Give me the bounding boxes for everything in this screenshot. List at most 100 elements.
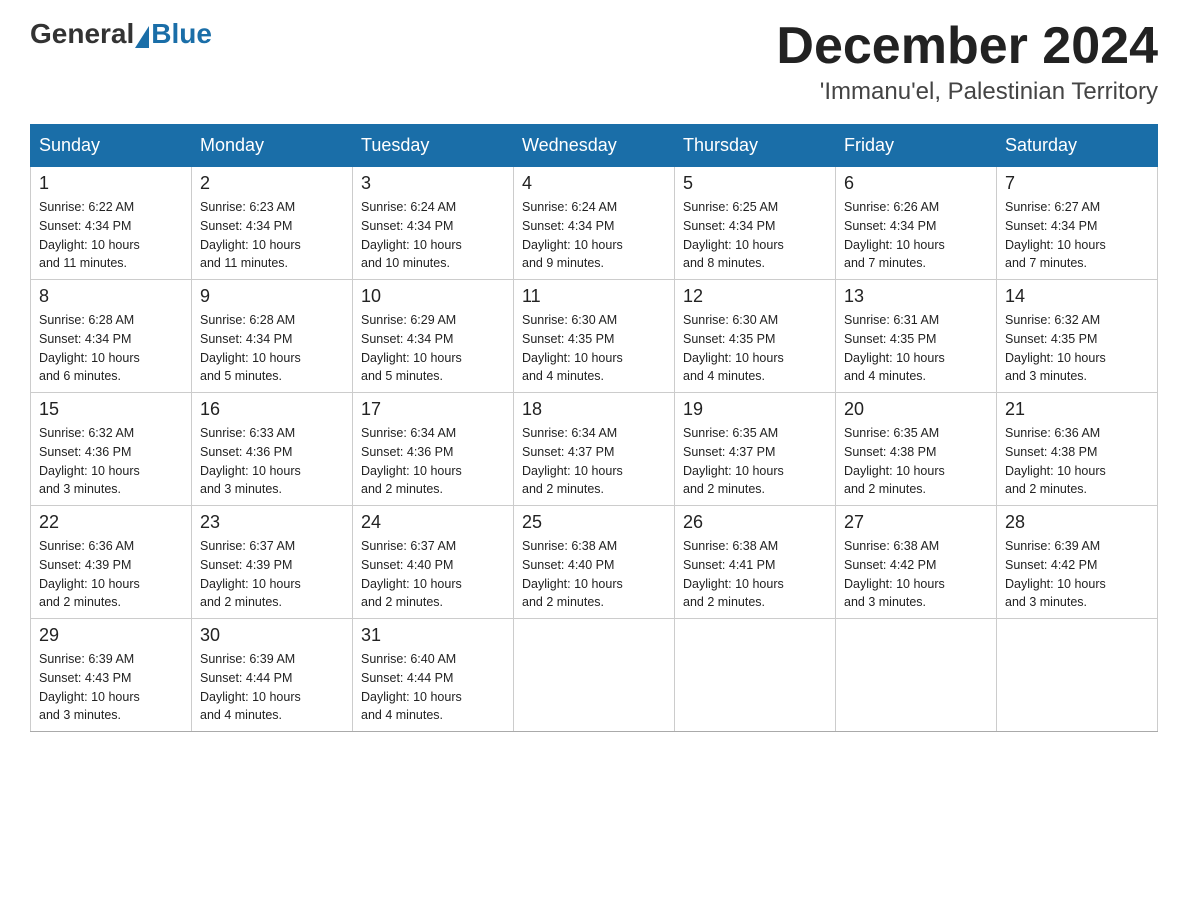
day-info: Sunrise: 6:27 AMSunset: 4:34 PMDaylight:… bbox=[1005, 200, 1106, 270]
day-info: Sunrise: 6:25 AMSunset: 4:34 PMDaylight:… bbox=[683, 200, 784, 270]
calendar-cell: 19 Sunrise: 6:35 AMSunset: 4:37 PMDaylig… bbox=[675, 393, 836, 506]
calendar-cell: 5 Sunrise: 6:25 AMSunset: 4:34 PMDayligh… bbox=[675, 167, 836, 280]
day-of-week-header: Saturday bbox=[997, 125, 1158, 167]
day-number: 11 bbox=[522, 286, 666, 307]
day-number: 26 bbox=[683, 512, 827, 533]
month-title: December 2024 bbox=[776, 20, 1158, 72]
calendar-table: SundayMondayTuesdayWednesdayThursdayFrid… bbox=[30, 124, 1158, 732]
day-info: Sunrise: 6:34 AMSunset: 4:36 PMDaylight:… bbox=[361, 426, 462, 496]
calendar-cell bbox=[997, 619, 1158, 732]
day-number: 18 bbox=[522, 399, 666, 420]
day-number: 1 bbox=[39, 173, 183, 194]
calendar-cell: 26 Sunrise: 6:38 AMSunset: 4:41 PMDaylig… bbox=[675, 506, 836, 619]
calendar-cell bbox=[514, 619, 675, 732]
day-info: Sunrise: 6:29 AMSunset: 4:34 PMDaylight:… bbox=[361, 313, 462, 383]
logo-blue-text: Blue bbox=[151, 20, 212, 48]
day-of-week-header: Tuesday bbox=[353, 125, 514, 167]
day-info: Sunrise: 6:39 AMSunset: 4:44 PMDaylight:… bbox=[200, 652, 301, 722]
day-info: Sunrise: 6:22 AMSunset: 4:34 PMDaylight:… bbox=[39, 200, 140, 270]
day-info: Sunrise: 6:38 AMSunset: 4:41 PMDaylight:… bbox=[683, 539, 784, 609]
calendar-cell: 21 Sunrise: 6:36 AMSunset: 4:38 PMDaylig… bbox=[997, 393, 1158, 506]
calendar-cell: 7 Sunrise: 6:27 AMSunset: 4:34 PMDayligh… bbox=[997, 167, 1158, 280]
day-info: Sunrise: 6:35 AMSunset: 4:37 PMDaylight:… bbox=[683, 426, 784, 496]
day-number: 29 bbox=[39, 625, 183, 646]
calendar-cell: 10 Sunrise: 6:29 AMSunset: 4:34 PMDaylig… bbox=[353, 280, 514, 393]
day-number: 30 bbox=[200, 625, 344, 646]
day-number: 28 bbox=[1005, 512, 1149, 533]
calendar-cell: 3 Sunrise: 6:24 AMSunset: 4:34 PMDayligh… bbox=[353, 167, 514, 280]
day-info: Sunrise: 6:23 AMSunset: 4:34 PMDaylight:… bbox=[200, 200, 301, 270]
location-title: 'Immanu'el, Palestinian Territory bbox=[776, 78, 1158, 106]
day-info: Sunrise: 6:37 AMSunset: 4:39 PMDaylight:… bbox=[200, 539, 301, 609]
day-info: Sunrise: 6:37 AMSunset: 4:40 PMDaylight:… bbox=[361, 539, 462, 609]
calendar-cell: 12 Sunrise: 6:30 AMSunset: 4:35 PMDaylig… bbox=[675, 280, 836, 393]
day-number: 16 bbox=[200, 399, 344, 420]
calendar-cell: 20 Sunrise: 6:35 AMSunset: 4:38 PMDaylig… bbox=[836, 393, 997, 506]
calendar-cell: 4 Sunrise: 6:24 AMSunset: 4:34 PMDayligh… bbox=[514, 167, 675, 280]
day-number: 3 bbox=[361, 173, 505, 194]
day-number: 19 bbox=[683, 399, 827, 420]
calendar-cell: 16 Sunrise: 6:33 AMSunset: 4:36 PMDaylig… bbox=[192, 393, 353, 506]
day-info: Sunrise: 6:36 AMSunset: 4:38 PMDaylight:… bbox=[1005, 426, 1106, 496]
calendar-week-row: 1 Sunrise: 6:22 AMSunset: 4:34 PMDayligh… bbox=[31, 167, 1158, 280]
day-info: Sunrise: 6:40 AMSunset: 4:44 PMDaylight:… bbox=[361, 652, 462, 722]
day-number: 2 bbox=[200, 173, 344, 194]
day-info: Sunrise: 6:35 AMSunset: 4:38 PMDaylight:… bbox=[844, 426, 945, 496]
logo: General Blue bbox=[30, 20, 212, 48]
calendar-cell: 11 Sunrise: 6:30 AMSunset: 4:35 PMDaylig… bbox=[514, 280, 675, 393]
day-number: 9 bbox=[200, 286, 344, 307]
day-number: 20 bbox=[844, 399, 988, 420]
day-number: 21 bbox=[1005, 399, 1149, 420]
day-info: Sunrise: 6:34 AMSunset: 4:37 PMDaylight:… bbox=[522, 426, 623, 496]
calendar-week-row: 22 Sunrise: 6:36 AMSunset: 4:39 PMDaylig… bbox=[31, 506, 1158, 619]
calendar-cell: 6 Sunrise: 6:26 AMSunset: 4:34 PMDayligh… bbox=[836, 167, 997, 280]
calendar-cell: 23 Sunrise: 6:37 AMSunset: 4:39 PMDaylig… bbox=[192, 506, 353, 619]
day-number: 6 bbox=[844, 173, 988, 194]
day-of-week-header: Thursday bbox=[675, 125, 836, 167]
calendar-cell: 2 Sunrise: 6:23 AMSunset: 4:34 PMDayligh… bbox=[192, 167, 353, 280]
calendar-cell: 17 Sunrise: 6:34 AMSunset: 4:36 PMDaylig… bbox=[353, 393, 514, 506]
day-info: Sunrise: 6:26 AMSunset: 4:34 PMDaylight:… bbox=[844, 200, 945, 270]
day-of-week-header: Friday bbox=[836, 125, 997, 167]
calendar-cell: 13 Sunrise: 6:31 AMSunset: 4:35 PMDaylig… bbox=[836, 280, 997, 393]
day-number: 25 bbox=[522, 512, 666, 533]
day-number: 14 bbox=[1005, 286, 1149, 307]
calendar-week-row: 15 Sunrise: 6:32 AMSunset: 4:36 PMDaylig… bbox=[31, 393, 1158, 506]
day-number: 31 bbox=[361, 625, 505, 646]
day-number: 4 bbox=[522, 173, 666, 194]
calendar-cell: 31 Sunrise: 6:40 AMSunset: 4:44 PMDaylig… bbox=[353, 619, 514, 732]
calendar-cell: 1 Sunrise: 6:22 AMSunset: 4:34 PMDayligh… bbox=[31, 167, 192, 280]
calendar-cell: 28 Sunrise: 6:39 AMSunset: 4:42 PMDaylig… bbox=[997, 506, 1158, 619]
day-info: Sunrise: 6:38 AMSunset: 4:40 PMDaylight:… bbox=[522, 539, 623, 609]
day-number: 13 bbox=[844, 286, 988, 307]
logo-general-text: General bbox=[30, 20, 134, 48]
day-number: 24 bbox=[361, 512, 505, 533]
day-info: Sunrise: 6:38 AMSunset: 4:42 PMDaylight:… bbox=[844, 539, 945, 609]
day-info: Sunrise: 6:30 AMSunset: 4:35 PMDaylight:… bbox=[522, 313, 623, 383]
title-block: December 2024 'Immanu'el, Palestinian Te… bbox=[776, 20, 1158, 106]
day-of-week-header: Monday bbox=[192, 125, 353, 167]
calendar-cell: 30 Sunrise: 6:39 AMSunset: 4:44 PMDaylig… bbox=[192, 619, 353, 732]
day-of-week-header: Sunday bbox=[31, 125, 192, 167]
calendar-cell: 22 Sunrise: 6:36 AMSunset: 4:39 PMDaylig… bbox=[31, 506, 192, 619]
calendar-cell: 14 Sunrise: 6:32 AMSunset: 4:35 PMDaylig… bbox=[997, 280, 1158, 393]
day-info: Sunrise: 6:28 AMSunset: 4:34 PMDaylight:… bbox=[39, 313, 140, 383]
calendar-cell: 25 Sunrise: 6:38 AMSunset: 4:40 PMDaylig… bbox=[514, 506, 675, 619]
day-number: 5 bbox=[683, 173, 827, 194]
day-info: Sunrise: 6:32 AMSunset: 4:36 PMDaylight:… bbox=[39, 426, 140, 496]
day-info: Sunrise: 6:36 AMSunset: 4:39 PMDaylight:… bbox=[39, 539, 140, 609]
logo-triangle-icon bbox=[135, 26, 149, 48]
day-info: Sunrise: 6:30 AMSunset: 4:35 PMDaylight:… bbox=[683, 313, 784, 383]
day-info: Sunrise: 6:39 AMSunset: 4:43 PMDaylight:… bbox=[39, 652, 140, 722]
calendar-cell: 24 Sunrise: 6:37 AMSunset: 4:40 PMDaylig… bbox=[353, 506, 514, 619]
day-info: Sunrise: 6:32 AMSunset: 4:35 PMDaylight:… bbox=[1005, 313, 1106, 383]
calendar-cell: 15 Sunrise: 6:32 AMSunset: 4:36 PMDaylig… bbox=[31, 393, 192, 506]
day-info: Sunrise: 6:33 AMSunset: 4:36 PMDaylight:… bbox=[200, 426, 301, 496]
calendar-cell: 27 Sunrise: 6:38 AMSunset: 4:42 PMDaylig… bbox=[836, 506, 997, 619]
day-number: 22 bbox=[39, 512, 183, 533]
calendar-cell: 18 Sunrise: 6:34 AMSunset: 4:37 PMDaylig… bbox=[514, 393, 675, 506]
day-number: 10 bbox=[361, 286, 505, 307]
calendar-cell: 29 Sunrise: 6:39 AMSunset: 4:43 PMDaylig… bbox=[31, 619, 192, 732]
day-of-week-header: Wednesday bbox=[514, 125, 675, 167]
day-number: 7 bbox=[1005, 173, 1149, 194]
